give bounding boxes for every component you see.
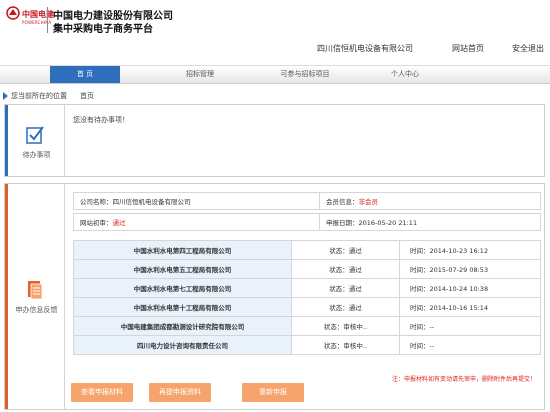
unit-status: 状态：通过	[291, 240, 400, 260]
logo-cn-text: 中国电建	[22, 10, 54, 19]
nav-home[interactable]: 首 页	[50, 66, 120, 83]
header: 中国电建 POWERCHINA 中国电力建设股份有限公司 集中采购电子商务平台 …	[0, 0, 550, 60]
table-row: 中国水利水电第十工程局有限公司 状态：通过 时间：2014-10-16 15:1…	[73, 297, 541, 317]
platform-title-line2: 集中采购电子商务平台	[53, 24, 153, 35]
review-label: 网站初审：	[80, 219, 113, 227]
header-divider	[47, 7, 48, 33]
unit-status: 状态：通过	[291, 278, 400, 298]
apply-date-cell: 申报日期：2016-05-20 21:11	[319, 213, 541, 231]
reapply-button[interactable]: 重新申报	[242, 383, 304, 402]
logout-link[interactable]: 安全退出	[512, 43, 544, 54]
unit-status: 状态：通过	[291, 297, 400, 317]
unit-time: 时间：2015-07-29 08:53	[399, 259, 541, 279]
application-panel: 申办信息反馈 公司名称：四川信恒机电设备有限公司 会员信息：非会员 网站初审：通…	[4, 183, 545, 410]
unit-status-table: 中国水利水电第四工程局有限公司 状态：通过 时间：2014-10-23 16:1…	[73, 240, 541, 355]
powerchina-logo-icon	[6, 6, 20, 20]
table-row: 中国电建集团成都勘测设计研究院有限公司 状态：审核中.. 时间：--	[73, 316, 541, 336]
member-info-cell: 会员信息：非会员	[319, 192, 541, 210]
unit-time: 时间：--	[399, 335, 541, 355]
unit-name: 中国水利水电第七工程局有限公司	[73, 278, 292, 298]
todo-panel: 待办事项 您没有待办事项！	[4, 104, 545, 177]
nav-bid-management[interactable]: 招标管理	[165, 66, 235, 83]
unit-time: 时间：2014-10-23 16:12	[399, 240, 541, 260]
view-materials-button[interactable]: 查看申报材料	[71, 383, 133, 402]
unit-status: 状态：审核中..	[291, 316, 400, 336]
table-row: 四川电力设计咨询有限责任公司 状态：审核中.. 时间：--	[73, 335, 541, 355]
home-link[interactable]: 网站首页	[452, 43, 484, 54]
checklist-icon	[26, 126, 44, 144]
unit-name: 中国电建集团成都勘测设计研究院有限公司	[73, 316, 292, 336]
document-icon	[28, 281, 43, 300]
table-row: 中国水利水电第七工程局有限公司 状态：通过 时间：2014-10-24 10:3…	[73, 278, 541, 298]
company-name-label: 公司名称：	[80, 198, 113, 206]
application-side: 申办信息反馈	[5, 184, 65, 409]
main-nav: 首 页 招标管理 可参与招标项目 个人中心	[0, 65, 550, 84]
submission-note: 注：申报材料如有变动请先审申，删除附件后再提交！	[391, 376, 536, 383]
unit-name: 中国水利水电第十工程局有限公司	[73, 297, 292, 317]
table-row: 中国水利水电第五工程局有限公司 状态：通过 时间：2015-07-29 08:5…	[73, 259, 541, 279]
apply-date-value: 2016-05-20 21:11	[358, 219, 418, 227]
powerchina-logo[interactable]: 中国电建 POWERCHINA	[6, 6, 54, 26]
member-info-label: 会员信息：	[326, 198, 359, 206]
table-row: 中国水利水电第四工程局有限公司 状态：通过 时间：2014-10-23 16:1…	[73, 240, 541, 260]
member-info-value: 非会员	[358, 198, 379, 206]
unit-status: 状态：通过	[291, 259, 400, 279]
unit-name: 中国水利水电第五工程局有限公司	[73, 259, 292, 279]
company-name-cell: 公司名称：四川信恒机电设备有限公司	[73, 192, 320, 210]
todo-label: 待办事项	[22, 151, 51, 159]
review-cell: 网站初审：通过	[73, 213, 320, 231]
resubmit-materials-button[interactable]: 再提申报资料	[149, 383, 211, 402]
unit-time: 时间：2014-10-24 10:38	[399, 278, 541, 298]
todo-content: 您没有待办事项！	[73, 116, 129, 124]
todo-side: 待办事项	[5, 105, 65, 176]
nav-personal-center[interactable]: 个人中心	[370, 66, 440, 83]
apply-date-label: 申报日期：	[326, 219, 359, 227]
breadcrumb-prefix: 您当前所在的位置	[11, 92, 67, 100]
unit-time: 时间：2014-10-16 15:14	[399, 297, 541, 317]
application-label: 申办信息反馈	[15, 306, 58, 314]
unit-time: 时间：--	[399, 316, 541, 336]
breadcrumb-current[interactable]: 首页	[80, 91, 94, 101]
unit-status: 状态：审核中..	[291, 335, 400, 355]
breadcrumb-arrow-icon	[3, 92, 8, 100]
current-company-name: 四川信恒机电设备有限公司	[317, 44, 413, 53]
company-info-table: 公司名称：四川信恒机电设备有限公司 会员信息：非会员 网站初审：通过 申报日期：…	[73, 192, 541, 231]
unit-name: 四川电力设计咨询有限责任公司	[73, 335, 292, 355]
company-name-value: 四川信恒机电设备有限公司	[112, 198, 191, 206]
breadcrumb: 您当前所在的位置 首页	[0, 90, 550, 102]
review-status: 通过	[112, 219, 126, 227]
unit-name: 中国水利水电第四工程局有限公司	[73, 240, 292, 260]
nav-available-projects[interactable]: 可参与招标项目	[262, 66, 348, 83]
